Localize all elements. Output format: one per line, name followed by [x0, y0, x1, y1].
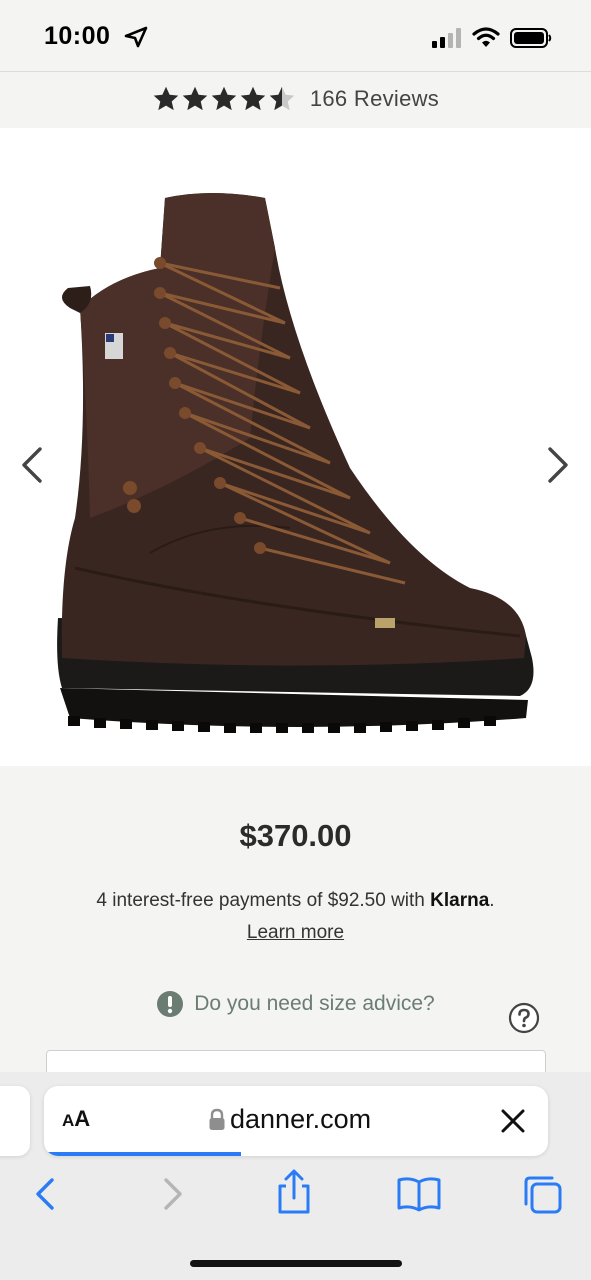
address-bar[interactable]: AA danner.com — [44, 1086, 548, 1156]
star-icon — [211, 86, 237, 111]
star-icon — [240, 86, 266, 111]
previous-tab-peek[interactable] — [0, 1086, 30, 1156]
status-time: 10:00 — [44, 22, 111, 50]
learn-more-container: Learn more — [0, 922, 591, 944]
status-bar: 10:00 — [0, 0, 591, 72]
url-text: danner.com — [230, 1104, 372, 1134]
rating-summary[interactable]: 166 Reviews — [0, 84, 591, 114]
product-price: $370.00 — [239, 818, 352, 853]
url-display[interactable]: danner.com — [208, 1104, 371, 1135]
klarna-suffix: . — [489, 890, 495, 911]
location-arrow-icon — [124, 26, 148, 48]
lock-icon — [209, 1108, 225, 1130]
back-chevron-icon[interactable] — [32, 1172, 58, 1216]
aa-large-label: A — [74, 1106, 91, 1131]
wifi-icon — [472, 27, 500, 47]
help-question-icon[interactable] — [508, 1002, 540, 1034]
page-load-progress — [44, 1152, 241, 1156]
product-image-carousel[interactable] — [0, 128, 591, 766]
exclamation-circle-icon — [157, 991, 184, 1017]
learn-more-link[interactable]: Learn more — [247, 922, 344, 943]
star-icon — [153, 86, 179, 111]
reader-aa-button[interactable]: AA — [62, 1106, 90, 1132]
aa-small-label: A — [62, 1111, 75, 1130]
stop-loading-close-icon[interactable] — [498, 1106, 528, 1136]
battery-icon — [510, 28, 552, 48]
star-rating — [152, 84, 296, 114]
klarna-financing-text: 4 interest-free payments of $92.50 with … — [0, 890, 591, 912]
share-icon[interactable] — [274, 1168, 314, 1216]
forward-chevron-icon[interactable] — [160, 1172, 186, 1216]
star-icon — [182, 86, 208, 111]
size-advice[interactable]: Do you need size advice? — [0, 990, 591, 1018]
tabs-overview-icon[interactable] — [522, 1174, 564, 1216]
klarna-brand: Klarna — [430, 890, 490, 911]
klarna-prefix: 4 interest-free payments of $92.50 with — [96, 890, 431, 911]
half-star-icon — [269, 86, 295, 111]
home-indicator[interactable] — [190, 1260, 402, 1267]
boot-product-image — [57, 193, 534, 733]
size-advice-text[interactable]: Do you need size advice? — [194, 992, 435, 1016]
next-image-arrow-icon[interactable] — [544, 445, 572, 485]
cellular-signal-icon — [432, 28, 461, 48]
bookmarks-book-icon[interactable] — [396, 1176, 442, 1212]
reviews-count[interactable]: 166 Reviews — [310, 86, 439, 112]
previous-image-arrow-icon[interactable] — [18, 445, 46, 485]
